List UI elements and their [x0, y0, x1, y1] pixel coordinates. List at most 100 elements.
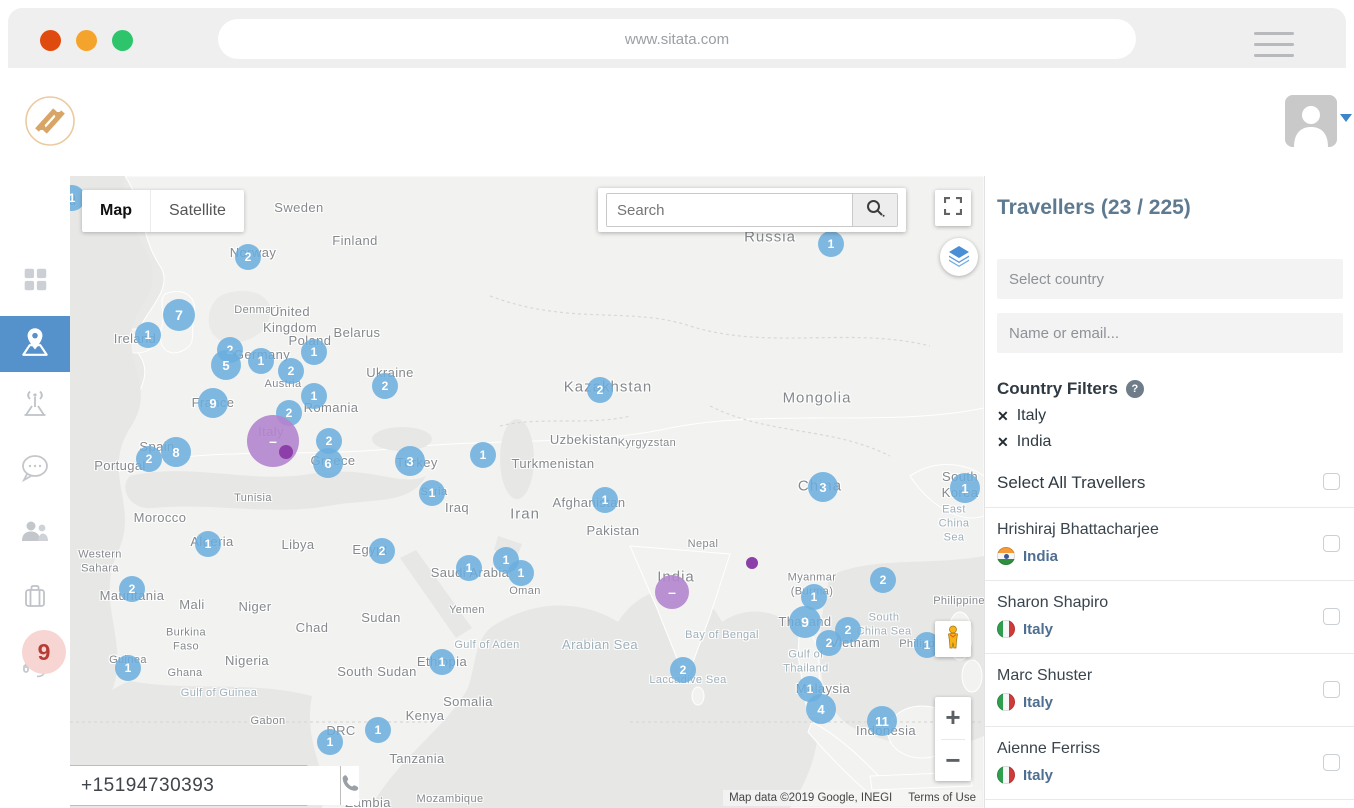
- sidebar-item-travellers[interactable]: [0, 505, 70, 561]
- url-bar[interactable]: www.sitata.com: [218, 19, 1136, 59]
- avatar[interactable]: [1285, 95, 1337, 147]
- window-close-button[interactable]: [40, 30, 61, 51]
- map-cluster[interactable]: 3: [395, 446, 425, 476]
- zoom-out-button[interactable]: −: [935, 740, 971, 782]
- map-cluster[interactable]: 2: [870, 567, 896, 593]
- sidebar-item-dashboard[interactable]: [0, 253, 70, 309]
- traveller-row[interactable]: Hrishiraj BhattacharjeeIndia: [985, 507, 1354, 580]
- select-all-row: Select All Travellers: [997, 473, 1342, 493]
- map-marker-dot[interactable]: [279, 445, 293, 459]
- traveller-country: India: [997, 547, 1310, 565]
- map-cluster[interactable]: 7: [163, 299, 195, 331]
- panel-title: Travellers (23 / 225): [997, 196, 1342, 220]
- map-cluster[interactable]: 1: [301, 383, 327, 409]
- map-cluster[interactable]: 2: [835, 617, 861, 643]
- map-type-map-button[interactable]: Map: [82, 190, 150, 232]
- map-cluster[interactable]: 2: [119, 576, 145, 602]
- map-cluster[interactable]: 2: [278, 358, 304, 384]
- select-country-input[interactable]: [997, 259, 1343, 299]
- map-cluster[interactable]: 1: [135, 322, 161, 348]
- map-cluster[interactable]: 1: [470, 442, 496, 468]
- traveller-name: Marc Shuster: [997, 667, 1310, 685]
- traveller-row[interactable]: Aienne FerrissItaly: [985, 726, 1354, 799]
- map-cluster[interactable]: 2: [587, 377, 613, 403]
- country-filters-label: Country Filters: [997, 379, 1118, 399]
- map-cluster[interactable]: 2: [136, 446, 162, 472]
- map-cluster[interactable]: 1: [195, 531, 221, 557]
- india-flag-icon: [997, 547, 1015, 565]
- menu-icon[interactable]: [1254, 32, 1294, 65]
- traveller-row[interactable]: Sharon ShapiroItaly: [985, 580, 1354, 653]
- map-cluster[interactable]: 3: [808, 472, 838, 502]
- traveller-row[interactable]: Marc ShusterItaly: [985, 653, 1354, 726]
- window-maximize-button[interactable]: [112, 30, 133, 51]
- map-cluster[interactable]: 2: [235, 244, 261, 270]
- map-search-input[interactable]: [607, 194, 852, 226]
- map-attribution: Map data ©2019 Google, INEGI Terms of Us…: [723, 790, 982, 806]
- zoom-in-button[interactable]: +: [935, 697, 971, 739]
- country-filter-item: ✕India: [997, 433, 1342, 451]
- map-cluster[interactable]: 5: [211, 350, 241, 380]
- map-cluster[interactable]: 1: [456, 555, 482, 581]
- map-cluster[interactable]: 4: [806, 694, 836, 724]
- account-menu-caret-icon[interactable]: [1340, 114, 1352, 122]
- sidebar-item-alerts[interactable]: [0, 378, 70, 434]
- select-all-checkbox[interactable]: [1323, 473, 1340, 490]
- antenna-icon: [19, 388, 51, 425]
- phone-input[interactable]: [70, 766, 340, 805]
- map-cluster[interactable]: 6: [313, 448, 343, 478]
- map-cluster[interactable]: 9: [198, 388, 228, 418]
- sidebar-item-map[interactable]: [0, 316, 70, 372]
- traveller-row[interactable]: Eoin Phillips: [985, 799, 1354, 808]
- map-cluster[interactable]: 2: [372, 373, 398, 399]
- help-icon[interactable]: ?: [1126, 380, 1144, 398]
- sidebar-item-messages[interactable]: [0, 442, 70, 498]
- map-cluster[interactable]: 1: [301, 339, 327, 365]
- name-email-search-input[interactable]: [997, 313, 1343, 353]
- map-canvas[interactable]: IcelandSwedenFinlandNorwayDenmarkUnited …: [70, 176, 984, 808]
- traveller-country-label: Italy: [1023, 621, 1053, 638]
- pegman-button[interactable]: [935, 621, 971, 657]
- italy-flag-icon: [997, 620, 1015, 638]
- map-cluster[interactable]: –: [247, 415, 299, 467]
- map-marker-dot[interactable]: [746, 557, 758, 569]
- map-cluster[interactable]: 1: [429, 649, 455, 675]
- map-cluster[interactable]: 1: [818, 231, 844, 257]
- map-cluster[interactable]: 11: [867, 706, 897, 736]
- layers-button[interactable]: [940, 238, 978, 276]
- map-cluster[interactable]: 9: [789, 606, 821, 638]
- search-button[interactable]: [852, 194, 897, 226]
- traveller-checkbox[interactable]: [1323, 681, 1340, 698]
- map-cluster[interactable]: 1: [248, 348, 274, 374]
- remove-filter-icon[interactable]: ✕: [997, 434, 1009, 451]
- sitata-logo-icon[interactable]: [24, 95, 76, 147]
- fullscreen-icon: [944, 197, 962, 220]
- window-minimize-button[interactable]: [76, 30, 97, 51]
- fullscreen-button[interactable]: [935, 190, 971, 226]
- sidebar-item-trips[interactable]: [0, 570, 70, 626]
- remove-filter-icon[interactable]: ✕: [997, 408, 1009, 425]
- map-cluster[interactable]: 2: [369, 538, 395, 564]
- map-cluster[interactable]: 1: [508, 560, 534, 586]
- map-type-satellite-button[interactable]: Satellite: [150, 190, 244, 232]
- map-cluster[interactable]: 1: [365, 717, 391, 743]
- map-cluster[interactable]: 8: [161, 437, 191, 467]
- terms-of-use-link[interactable]: Terms of Use: [908, 792, 976, 804]
- map-cluster[interactable]: 1: [950, 473, 980, 503]
- pegman-icon: [941, 625, 965, 654]
- map-cluster[interactable]: 1: [317, 729, 343, 755]
- traveller-checkbox[interactable]: [1323, 608, 1340, 625]
- app-header: [0, 68, 1354, 176]
- italy-flag-icon: [997, 693, 1015, 711]
- call-button[interactable]: [340, 766, 359, 805]
- map-cluster[interactable]: 1: [115, 655, 141, 681]
- chat-icon: [18, 451, 52, 490]
- map-cluster[interactable]: –: [655, 575, 689, 609]
- map-cluster[interactable]: 1: [419, 480, 445, 506]
- select-all-label: Select All Travellers: [997, 473, 1145, 492]
- map-cluster[interactable]: 2: [670, 657, 696, 683]
- map-cluster[interactable]: 1: [592, 487, 618, 513]
- sidebar: 9: [0, 176, 71, 808]
- traveller-checkbox[interactable]: [1323, 535, 1340, 552]
- traveller-checkbox[interactable]: [1323, 754, 1340, 771]
